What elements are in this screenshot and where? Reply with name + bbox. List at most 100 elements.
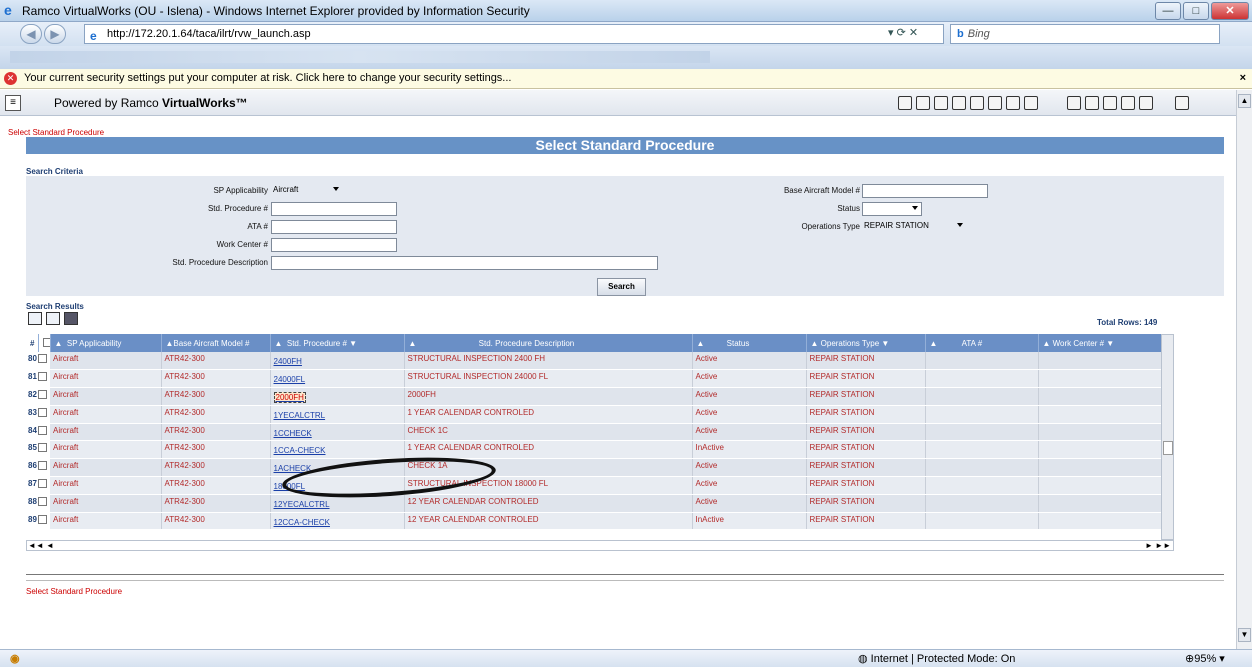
ops-type-select[interactable]: REPAIR STATION (862, 220, 966, 234)
cell-work-center (1038, 494, 1162, 513)
col-header-sp-applicability[interactable]: ▲ SP Applicability (50, 334, 162, 352)
row-checkbox[interactable] (38, 423, 50, 442)
table-row[interactable]: 81 Aircraft ATR42-300 24000FL STRUCTURAL INS… (26, 369, 1162, 389)
table-row[interactable]: 80 Aircraft ATR42-300 2400FH STRUCTURAL INSP… (26, 352, 1162, 371)
cell-status: Active (692, 369, 807, 389)
window-titlebar: e Ramco VirtualWorks (OU - Islena) - Win… (0, 0, 1252, 22)
zoom-level[interactable]: ⊕95% ▾ (1185, 652, 1225, 665)
cell-std-procedure-link[interactable]: 2000FH (270, 387, 405, 406)
std-procedure-input[interactable] (271, 202, 397, 216)
cell-ata (925, 405, 1039, 424)
table-row[interactable]: 87 Aircraft ATR42-300 18000FL STRUCTURAL INS… (26, 476, 1162, 495)
col-header-base-model[interactable]: ▲Base Aircraft Model # (161, 334, 271, 352)
ops-type-label: Operations Type (801, 222, 860, 231)
col-header-std-procedure[interactable]: ▲ Std. Procedure # ▼ (270, 334, 405, 352)
toolbar-icon-6[interactable] (988, 96, 1002, 110)
grid-hscrollbar[interactable]: ◄◄ ◄ ► ►► (26, 540, 1174, 551)
toolbar-icon-1[interactable] (898, 96, 912, 110)
scroll-down-icon[interactable]: ▼ (1238, 628, 1251, 642)
cell-std-procedure-link[interactable]: 1CCHECK (270, 423, 405, 442)
toolbar-icon-7[interactable] (1006, 96, 1020, 110)
row-checkbox[interactable] (38, 512, 50, 531)
cell-ata (925, 387, 1039, 406)
toolbar-icon-8[interactable] (1024, 96, 1038, 110)
minimize-button[interactable]: — (1155, 2, 1181, 20)
grid-scrollbar[interactable] (1161, 334, 1174, 540)
cell-std-procedure-link[interactable]: 12CCA-CHECK (270, 512, 405, 531)
cell-std-procedure-link[interactable]: 1YECALCTRL (270, 405, 405, 424)
cell-description: 1 YEAR CALENDAR CONTROLED (404, 440, 693, 460)
copy-icon[interactable] (46, 312, 60, 325)
security-infobar[interactable]: ✕ Your current security settings put you… (0, 69, 1252, 89)
row-checkbox[interactable] (38, 405, 50, 424)
cell-ata (925, 423, 1039, 442)
row-checkbox[interactable] (38, 458, 50, 478)
print-icon[interactable] (1067, 96, 1081, 110)
search-button[interactable]: Search (597, 278, 646, 296)
forward-icon[interactable]: ▶ (44, 24, 66, 44)
table-row[interactable]: 85 Aircraft ATR42-300 1CCA-CHECK 1 YEAR CALE… (26, 440, 1162, 460)
ata-input[interactable] (271, 220, 397, 234)
table-row[interactable]: 86 Aircraft ATR42-300 1ACHECK CHECK 1A Active… (26, 458, 1162, 478)
table-row[interactable]: 88 Aircraft ATR42-300 12YECALCTRL 12 YEAR CA… (26, 494, 1162, 513)
status-select[interactable] (862, 202, 922, 216)
description-input[interactable] (271, 256, 658, 270)
cell-sp-applicability: Aircraft (50, 369, 162, 389)
maximize-button[interactable]: □ (1183, 2, 1209, 20)
back-icon[interactable]: ◀ (20, 24, 42, 44)
sp-applicability-select[interactable]: Aircraft (271, 184, 351, 198)
close-icon[interactable] (1085, 96, 1099, 110)
row-number: 86 (26, 458, 38, 478)
table-row[interactable]: 84 Aircraft ATR42-300 1CCHECK CHECK 1C Active… (26, 423, 1162, 442)
row-checkbox[interactable] (38, 387, 50, 406)
row-checkbox[interactable] (38, 369, 50, 389)
about-icon[interactable] (1139, 96, 1153, 110)
export-icon[interactable] (28, 312, 42, 325)
table-row[interactable]: 82 Aircraft ATR42-300 2000FH 2000FH Active REP… (26, 387, 1162, 406)
std-procedure-label: Std. Procedure # (207, 204, 268, 213)
row-checkbox[interactable] (38, 440, 50, 460)
menu-icon[interactable]: ≡ (5, 95, 21, 111)
app-header: ≡ Powered by Ramco VirtualWorks™ (0, 90, 1236, 116)
refresh-stop-icon[interactable]: ▾ ⟳ ✕ (888, 26, 918, 39)
ata-label: ATA # (247, 222, 268, 231)
cell-base-model: ATR42-300 (161, 476, 271, 495)
url-field[interactable]: e http://172.20.1.64/taca/ilrt/rvw_launc… (84, 24, 944, 44)
cell-std-procedure-link[interactable]: 2400FH (270, 352, 405, 371)
cell-ops-type: REPAIR STATION (806, 405, 926, 424)
row-checkbox[interactable] (38, 494, 50, 513)
col-header-status[interactable]: ▲ Status (692, 334, 807, 352)
search-input[interactable]: b Bing (950, 24, 1220, 44)
col-header-description[interactable]: ▲ Std. Procedure Description (404, 334, 693, 352)
cell-ata (925, 440, 1039, 460)
search-criteria-label: Search Criteria (26, 167, 83, 176)
close-infobar-icon[interactable]: × (1240, 69, 1246, 88)
cell-std-procedure-link[interactable]: 24000FL (270, 369, 405, 389)
page-scrollbar[interactable]: ▲ ▼ (1236, 90, 1252, 649)
work-center-input[interactable] (271, 238, 397, 252)
select-all-checkbox[interactable] (38, 334, 51, 352)
save-icon[interactable] (64, 312, 78, 325)
row-checkbox[interactable] (38, 352, 50, 371)
table-row[interactable]: 89 Aircraft ATR42-300 12CCA-CHECK 12 YEAR CA… (26, 512, 1162, 531)
table-row[interactable]: 83 Aircraft ATR42-300 1YECALCTRL 1 YEAR CALE… (26, 405, 1162, 424)
exit-icon[interactable] (1175, 96, 1189, 110)
help-icon[interactable] (1121, 96, 1135, 110)
toolbar-icon-5[interactable] (970, 96, 984, 110)
cell-std-procedure-link[interactable]: 1CCA-CHECK (270, 440, 405, 460)
col-header-ops-type[interactable]: ▲ Operations Type ▼ (806, 334, 926, 352)
window-title: Ramco VirtualWorks (OU - Islena) - Windo… (22, 4, 530, 18)
row-checkbox[interactable] (38, 476, 50, 495)
toolbar-icon-4[interactable] (952, 96, 966, 110)
cell-status: Active (692, 458, 807, 478)
cell-ops-type: REPAIR STATION (806, 352, 926, 371)
toolbar-icon-3[interactable] (934, 96, 948, 110)
base-model-input[interactable] (862, 184, 988, 198)
col-header-ata[interactable]: ▲ ATA # (925, 334, 1039, 352)
close-window-button[interactable]: ✕ (1211, 2, 1249, 20)
col-header-work-center[interactable]: ▲ Work Center # ▼ (1038, 334, 1162, 352)
scroll-up-icon[interactable]: ▲ (1238, 94, 1251, 108)
cell-base-model: ATR42-300 (161, 405, 271, 424)
refresh-icon[interactable] (1103, 96, 1117, 110)
toolbar-icon-2[interactable] (916, 96, 930, 110)
